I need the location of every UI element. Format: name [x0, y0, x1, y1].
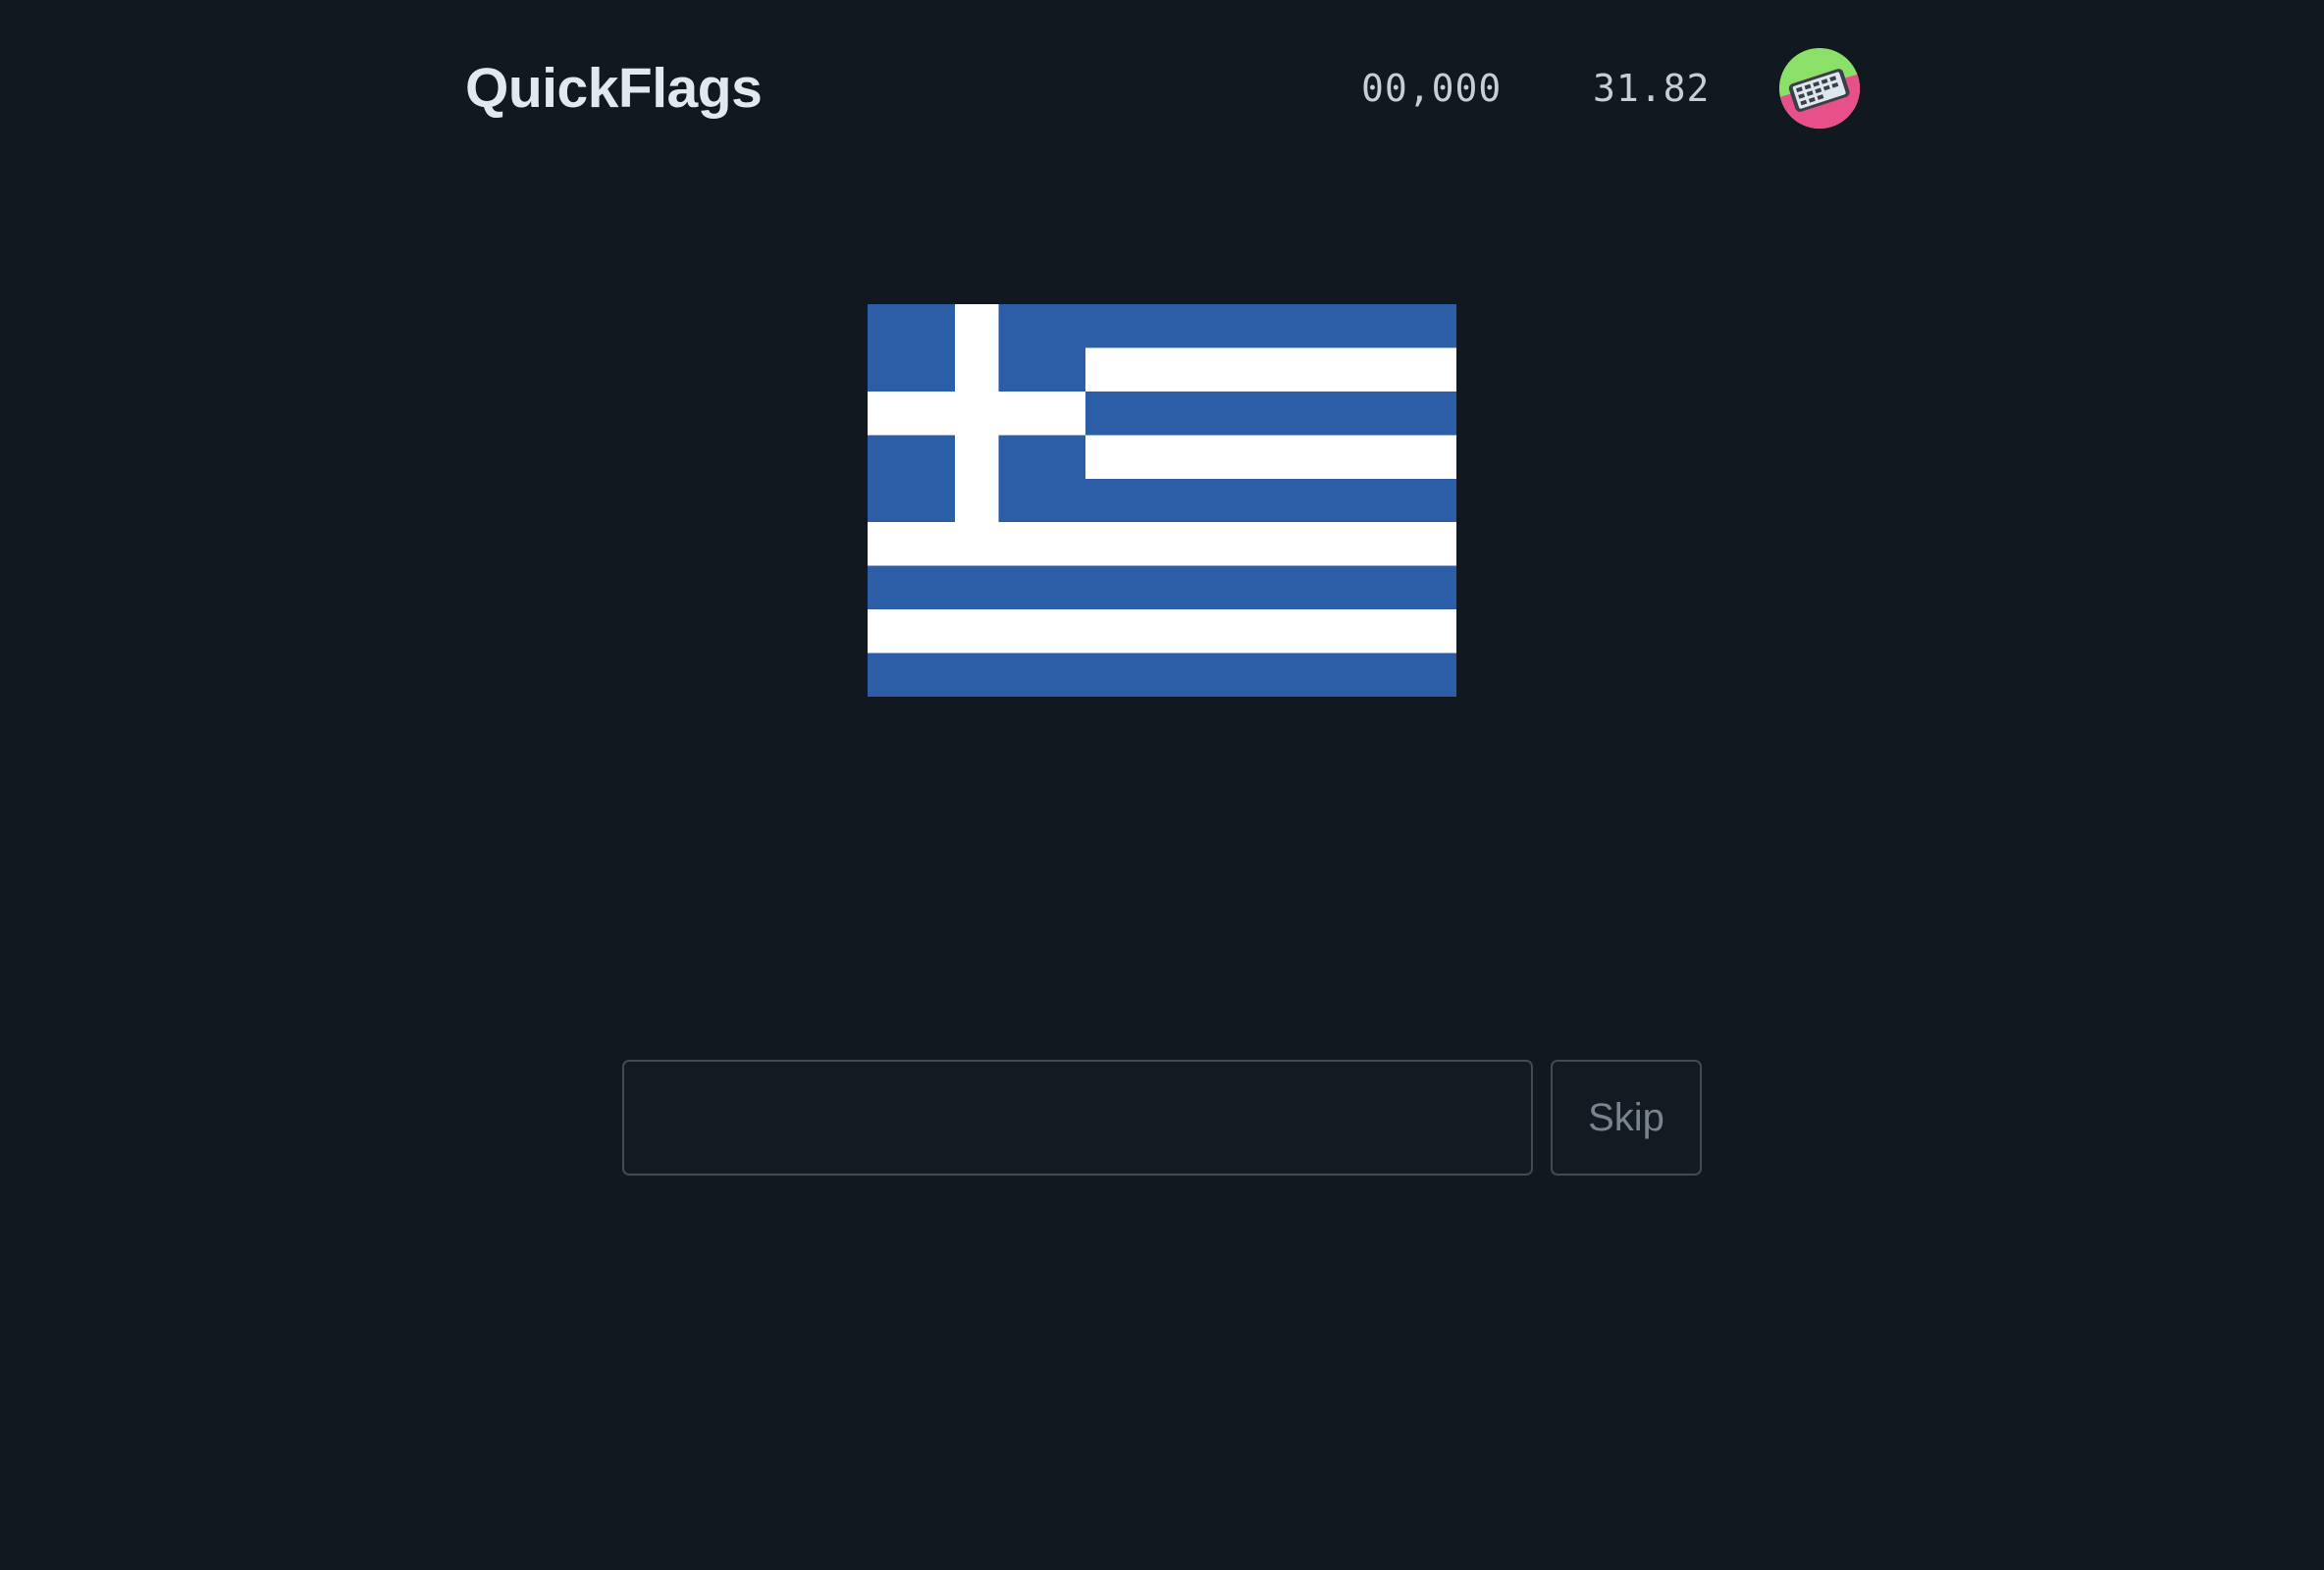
app-title: QuickFlags	[465, 57, 763, 120]
flag-stripe	[868, 653, 1456, 697]
avatar[interactable]	[1779, 48, 1860, 129]
phone-icon	[1779, 48, 1860, 129]
flag-stripe	[868, 565, 1456, 610]
answer-input[interactable]	[622, 1060, 1533, 1176]
timer-display: 31.82	[1593, 67, 1711, 110]
score-counter: 00,000	[1361, 67, 1503, 110]
flag-image	[868, 304, 1456, 697]
skip-button[interactable]: Skip	[1551, 1060, 1702, 1176]
answer-row: Skip	[622, 1060, 1702, 1176]
flag-icon	[868, 304, 1456, 697]
flag-stripe	[868, 609, 1456, 654]
flag-stripe	[868, 522, 1456, 566]
